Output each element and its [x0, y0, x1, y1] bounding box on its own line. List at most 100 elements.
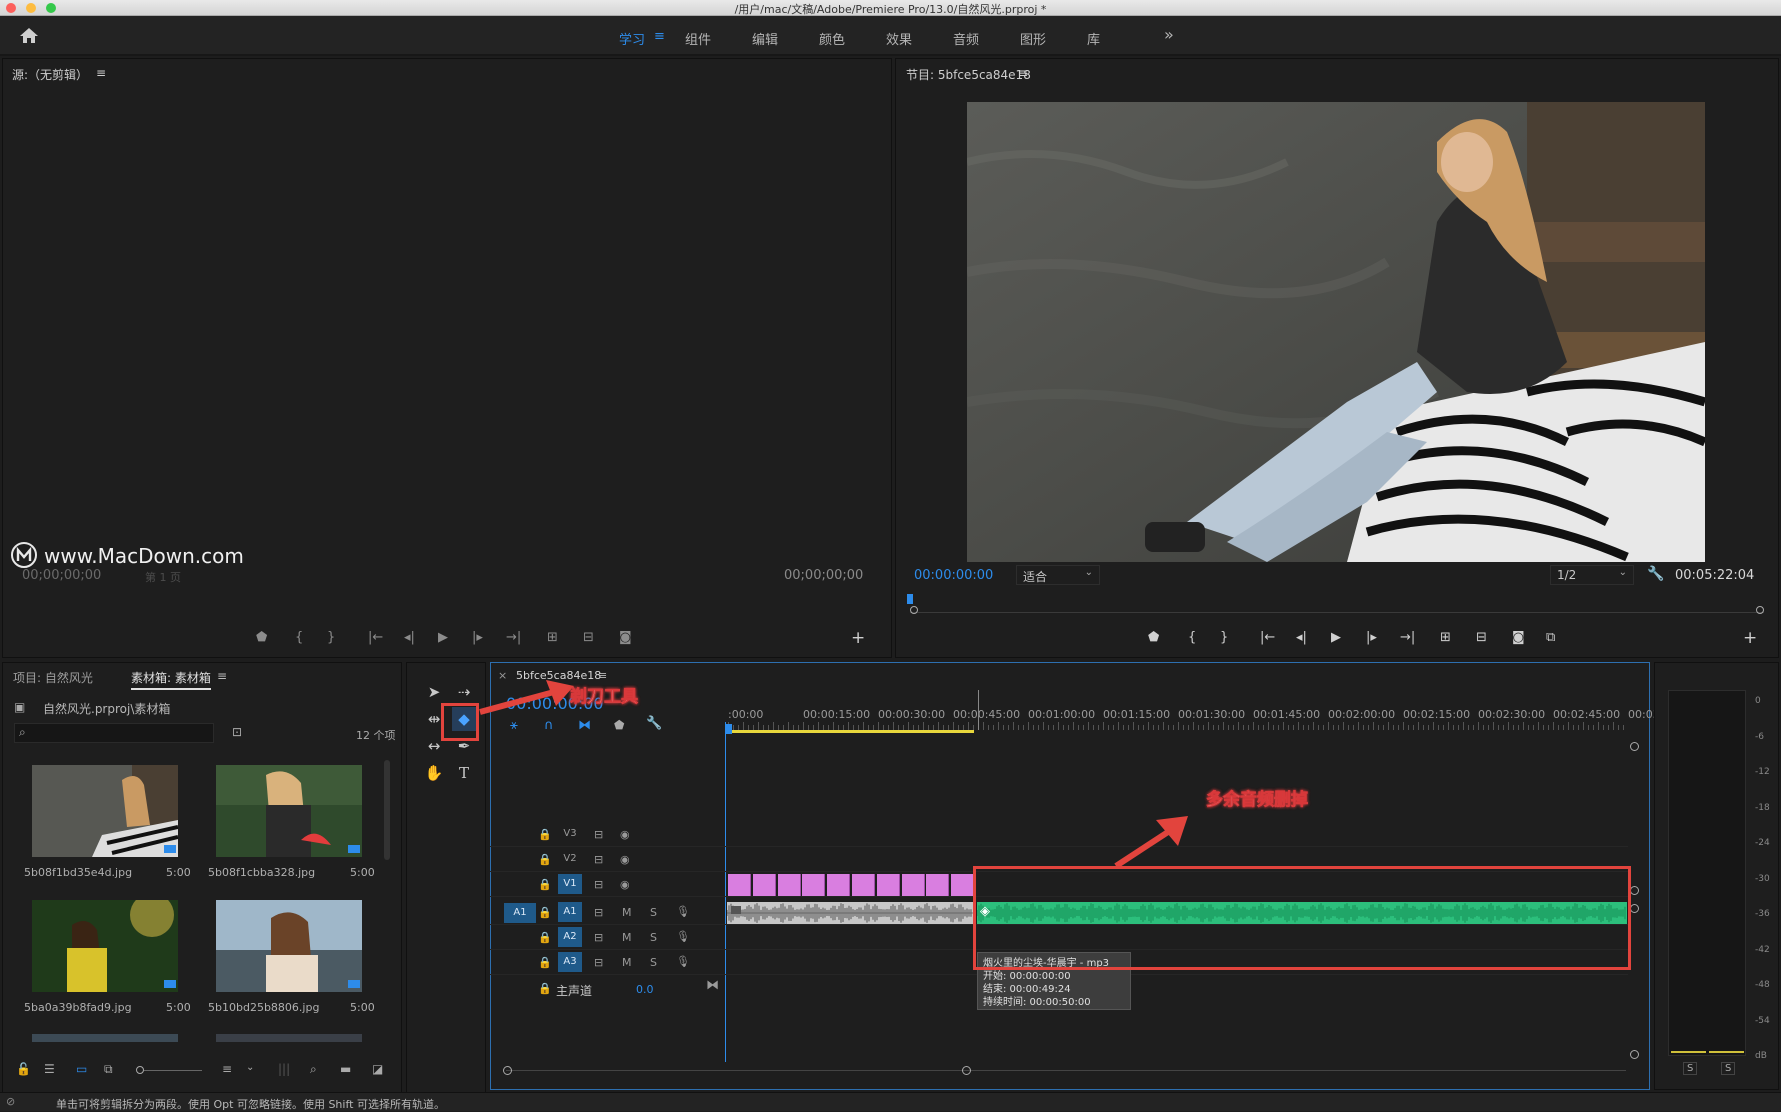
- panel-menu-icon[interactable]: ≡: [1018, 66, 1028, 80]
- eye-icon[interactable]: ◉: [620, 853, 630, 866]
- go-to-in-icon[interactable]: |←: [368, 630, 383, 645]
- workspace-graphics[interactable]: 图形: [1020, 29, 1046, 48]
- mark-out-icon[interactable]: }: [1220, 630, 1228, 645]
- zoom-slider[interactable]: [144, 1070, 202, 1071]
- comparison-view-icon[interactable]: ⧉: [1546, 630, 1555, 645]
- solo-button[interactable]: S: [650, 956, 657, 969]
- track-label-v1[interactable]: V1: [558, 874, 582, 894]
- media-thumbnail[interactable]: [216, 765, 362, 857]
- step-forward-icon[interactable]: |▸: [472, 630, 483, 645]
- lock-icon[interactable]: 🔒: [538, 828, 552, 841]
- fit-zoom-select[interactable]: 适合 ⌄: [1016, 565, 1100, 585]
- button-editor-plus-icon[interactable]: +: [1743, 628, 1757, 648]
- new-item-icon[interactable]: ◪: [372, 1062, 383, 1076]
- lock-icon[interactable]: 🔒: [538, 878, 552, 891]
- timeline-playhead-handle[interactable]: [726, 724, 732, 734]
- selection-tool-icon[interactable]: ➤: [422, 680, 446, 704]
- video-clip-v1[interactable]: [876, 874, 900, 896]
- add-marker-icon[interactable]: ⬟: [614, 718, 624, 732]
- lift-icon[interactable]: ⊞: [1440, 630, 1451, 645]
- chevron-down-icon[interactable]: ⌄: [246, 1062, 254, 1073]
- sync-lock-icon[interactable]: ⊟: [594, 878, 603, 891]
- add-marker-icon[interactable]: ⬟: [256, 630, 267, 645]
- lock-icon[interactable]: 🔒: [538, 982, 552, 995]
- freeform-view-icon[interactable]: ⧉: [104, 1062, 113, 1077]
- mute-button[interactable]: M: [622, 956, 632, 969]
- vscroll-mid2-handle[interactable]: [1630, 904, 1639, 913]
- step-forward-icon[interactable]: |▸: [1366, 630, 1377, 645]
- home-icon[interactable]: [18, 26, 40, 44]
- sync-lock-icon[interactable]: ⊟: [594, 931, 603, 944]
- sync-lock-icon[interactable]: ⊟: [594, 906, 603, 919]
- media-thumbnail[interactable]: [216, 1034, 362, 1042]
- icon-view-icon[interactable]: ▭: [76, 1062, 87, 1076]
- video-clip-v1[interactable]: [827, 874, 851, 896]
- master-volume-value[interactable]: 0.0: [636, 983, 654, 996]
- linked-selection-icon[interactable]: ⧓: [578, 718, 591, 733]
- workspace-menu-icon[interactable]: ≡: [654, 29, 665, 44]
- microphone-icon[interactable]: 🎙: [676, 930, 690, 943]
- track-select-tool-icon[interactable]: ⇢: [452, 680, 476, 704]
- program-current-timecode[interactable]: 00:00:00:00: [914, 568, 993, 583]
- more-workspaces-button[interactable]: »: [1164, 25, 1174, 44]
- go-to-in-icon[interactable]: |←: [1260, 630, 1275, 645]
- export-frame-icon[interactable]: ◙: [1512, 630, 1525, 645]
- track-label-v2[interactable]: V2: [558, 849, 582, 869]
- timeline-horizontal-scrollbar[interactable]: [506, 1070, 1626, 1071]
- eye-icon[interactable]: ◉: [620, 828, 630, 841]
- microphone-icon[interactable]: 🎙: [676, 955, 690, 968]
- step-back-icon[interactable]: ◂|: [1296, 630, 1307, 645]
- list-view-icon[interactable]: ☰: [44, 1062, 55, 1076]
- play-icon[interactable]: ▶: [1331, 630, 1341, 645]
- insert-icon[interactable]: ⊞: [547, 630, 558, 645]
- solo-right-button[interactable]: S: [1721, 1062, 1736, 1075]
- lock-icon[interactable]: 🔓: [16, 1062, 31, 1076]
- zoom-slider-handle[interactable]: [136, 1066, 144, 1074]
- step-back-icon[interactable]: ◂|: [404, 630, 415, 645]
- program-scrub-bar[interactable]: [910, 612, 1764, 613]
- panel-menu-icon[interactable]: ≡: [217, 669, 227, 683]
- button-editor-plus-icon[interactable]: +: [851, 628, 865, 648]
- wrench-settings-icon[interactable]: 🔧: [1647, 566, 1664, 582]
- track-label-a2[interactable]: A2: [558, 927, 582, 947]
- vscroll-top-handle[interactable]: [1630, 742, 1639, 751]
- snap-magnet-icon[interactable]: ∩: [544, 718, 554, 733]
- add-marker-icon[interactable]: ⬟: [1148, 630, 1159, 645]
- video-clip-v1[interactable]: [728, 874, 751, 896]
- source-patch-a1[interactable]: A1: [504, 903, 536, 923]
- sync-lock-icon[interactable]: ⊟: [594, 853, 603, 866]
- tab-project[interactable]: 项目: 自然风光: [13, 669, 93, 686]
- media-thumbnail[interactable]: [32, 900, 178, 992]
- mute-button[interactable]: M: [622, 906, 632, 919]
- workspace-libraries[interactable]: 库: [1087, 29, 1100, 48]
- mark-out-icon[interactable]: }: [327, 630, 335, 645]
- microphone-icon[interactable]: 🎙: [676, 905, 690, 918]
- scrub-start-handle[interactable]: [910, 606, 918, 614]
- program-monitor-title[interactable]: 节目: 5bfce5ca84e18: [906, 66, 1031, 83]
- bin-scrollbar[interactable]: [384, 760, 390, 860]
- video-clip-v1[interactable]: [802, 874, 826, 896]
- video-clip-v1[interactable]: [852, 874, 875, 896]
- lock-icon[interactable]: 🔒: [538, 931, 552, 944]
- go-to-out-icon[interactable]: →|: [506, 630, 521, 645]
- mute-button[interactable]: M: [622, 931, 632, 944]
- solo-button[interactable]: S: [650, 906, 657, 919]
- eye-icon[interactable]: ◉: [620, 878, 630, 891]
- play-icon[interactable]: ▶: [438, 630, 448, 645]
- bin-search-input[interactable]: ⌕: [14, 723, 214, 743]
- sync-lock-icon[interactable]: ⊟: [594, 956, 603, 969]
- type-tool-icon[interactable]: T: [452, 761, 476, 785]
- new-search-bin-icon[interactable]: ⊡: [232, 725, 242, 739]
- track-label-v3[interactable]: V3: [558, 824, 582, 844]
- vscroll-bottom-handle[interactable]: [1630, 1050, 1639, 1059]
- scroll-right-handle[interactable]: [962, 1066, 971, 1075]
- scroll-left-handle[interactable]: [503, 1066, 512, 1075]
- lock-icon[interactable]: 🔒: [538, 853, 552, 866]
- video-clip-v1[interactable]: [901, 874, 925, 896]
- workspace-learn[interactable]: 学习: [619, 29, 645, 48]
- program-playhead[interactable]: [907, 594, 913, 604]
- track-label-a1[interactable]: A1: [558, 902, 582, 922]
- wrench-settings-icon[interactable]: 🔧: [646, 716, 662, 731]
- new-bin-icon[interactable]: ▬: [340, 1062, 351, 1076]
- video-clip-v1[interactable]: [926, 874, 950, 896]
